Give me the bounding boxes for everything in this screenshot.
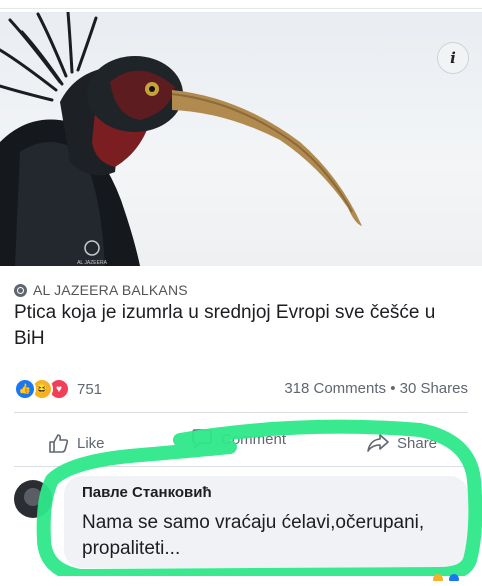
avatar[interactable] <box>14 480 52 518</box>
link-icon <box>14 283 27 297</box>
thumbs-up-icon <box>49 434 69 453</box>
comments-shares-stats[interactable]: 318 Comments • 30 Shares <box>284 380 468 397</box>
action-bar: Like Comment Share <box>0 428 482 458</box>
post-headline[interactable]: Ptica koja je izumrla u srednjoj Evropi … <box>14 300 469 352</box>
share-button[interactable]: Share <box>366 432 437 454</box>
watermark-text: AL JAZEERA <box>77 260 107 266</box>
share-icon <box>367 434 389 452</box>
reactions-summary[interactable]: 👍 😆 ♥ 751 <box>14 378 102 400</box>
like-button[interactable]: Like <box>48 432 105 454</box>
post-image[interactable]: AL JAZEERA i <box>0 12 482 266</box>
like-label: Like <box>77 434 105 452</box>
like-icon: 👍 <box>14 378 36 400</box>
share-label: Share <box>397 434 438 452</box>
comment-text: Nama se samo vraćaju ćelavi,očerupani, p… <box>82 512 425 559</box>
source-name: AL JAZEERA BALKANS <box>33 282 188 298</box>
divider <box>14 412 468 413</box>
reactions-count: 751 <box>77 380 103 398</box>
comment-icon <box>192 429 212 449</box>
comment-author[interactable]: Павле Станковић <box>82 484 212 501</box>
comment-label: Comment <box>221 430 287 448</box>
top-edge <box>0 0 482 9</box>
comment-button[interactable]: Comment <box>190 428 286 450</box>
divider <box>14 466 468 467</box>
bottom-reaction-dots <box>432 568 472 586</box>
post-source[interactable]: AL JAZEERA BALKANS <box>14 282 188 298</box>
bird-illustration: AL JAZEERA <box>0 12 362 266</box>
info-icon[interactable]: i <box>437 42 469 74</box>
